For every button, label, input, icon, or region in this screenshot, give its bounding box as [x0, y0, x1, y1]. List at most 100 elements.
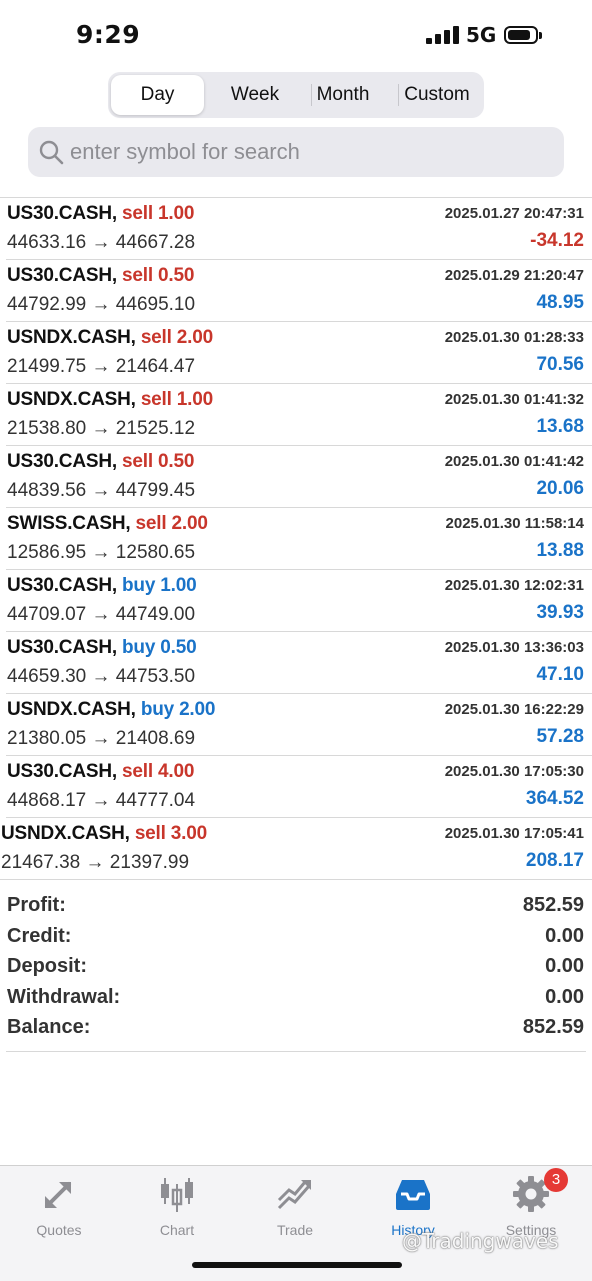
deal-profit: 47.10 — [536, 664, 584, 685]
deal-side: sell 3.00 — [134, 823, 207, 844]
tab-day[interactable]: Day — [111, 75, 204, 115]
deal-side: sell 2.00 — [140, 327, 213, 348]
symbol-name: USNDX.CASH, — [1, 823, 130, 844]
deal-row[interactable]: US30.CASH, buy 0.50 2025.01.30 13:36:03 44… — [6, 632, 592, 694]
deal-side: buy 0.50 — [122, 637, 197, 658]
deal-profit: 70.56 — [536, 354, 584, 375]
deal-prices: 44659.30 → 44753.50 — [7, 666, 196, 687]
deal-side: sell 0.50 — [122, 451, 195, 472]
deal-side: sell 4.00 — [122, 761, 195, 782]
deal-symbol: USNDX.CASH, sell 3.00 — [1, 823, 207, 845]
deal-symbol: USNDX.CASH, sell 1.00 — [7, 389, 213, 411]
deal-symbol: US30.CASH, sell 0.50 — [7, 451, 194, 473]
deal-time: 2025.01.30 11:58:14 — [445, 515, 584, 532]
deal-time: 2025.01.30 17:05:41 — [444, 825, 584, 842]
deal-profit: 20.06 — [536, 478, 584, 499]
tab-chart[interactable]: Chart — [118, 1174, 236, 1244]
status-time: 9:29 — [76, 20, 141, 49]
tab-quotes[interactable]: Quotes — [0, 1174, 118, 1244]
deal-side: sell 2.00 — [135, 513, 208, 534]
trade-icon — [277, 1180, 311, 1210]
summary-row: Withdrawal: 0.00 — [6, 984, 586, 1015]
tab-trade[interactable]: Trade — [236, 1174, 354, 1244]
deal-profit: 208.17 — [525, 850, 584, 871]
search-input[interactable] — [70, 127, 550, 177]
notification-badge: 3 — [544, 1168, 568, 1192]
symbol-name: US30.CASH, — [7, 265, 117, 286]
tab-custom[interactable]: Custom — [393, 75, 481, 115]
deal-list: US30.CASH, sell 1.00 2025.01.27 20:47:31 4… — [0, 197, 592, 880]
deal-profit: 13.88 — [536, 540, 584, 561]
deal-prices: 44792.99 → 44695.10 — [7, 294, 196, 315]
status-bar: 9:29 5G — [0, 0, 592, 70]
quotes-icon — [45, 1182, 71, 1208]
deal-prices: 44839.56 → 44799.45 — [7, 480, 196, 501]
deal-row[interactable]: USNDX.CASH, buy 2.00 2025.01.30 16:22:29 2… — [6, 694, 592, 756]
deal-side: buy 2.00 — [140, 699, 216, 720]
deal-prices: 12586.95 → 12580.65 — [7, 542, 196, 563]
signal-strength-icon — [426, 26, 460, 44]
symbol-name: US30.CASH, — [7, 761, 117, 782]
summary-value: 0.00 — [545, 924, 584, 947]
symbol-name: US30.CASH, — [7, 203, 117, 224]
deal-time: 2025.01.30 12:02:31 — [444, 577, 584, 594]
symbol-name: US30.CASH, — [7, 637, 117, 658]
deal-row[interactable]: US30.CASH, buy 1.00 2025.01.30 12:02:31 44… — [6, 570, 592, 632]
chart-icon — [161, 1178, 193, 1212]
summary-label: Profit: — [7, 894, 66, 916]
account-summary: Profit: 852.59 Credit: 0.00 Deposit: 0.00 With… — [6, 892, 586, 1052]
deal-prices: 44868.17 → 44777.04 — [7, 790, 196, 811]
deal-symbol: USNDX.CASH, buy 2.00 — [7, 699, 215, 721]
deal-time: 2025.01.30 01:41:42 — [444, 453, 584, 470]
tab-month[interactable]: Month — [298, 75, 388, 115]
deal-profit: 364.52 — [525, 788, 584, 809]
deal-symbol: US30.CASH, sell 4.00 — [7, 761, 194, 783]
deal-profit: 39.93 — [536, 602, 584, 623]
deal-row[interactable]: USNDX.CASH, sell 2.00 2025.01.30 01:28:33… — [6, 322, 592, 384]
watermark: @Tradingwaves — [402, 1229, 559, 1253]
deal-row[interactable]: US30.CASH, sell 1.00 2025.01.27 20:47:31 4… — [6, 198, 592, 260]
deal-row[interactable]: USNDX.CASH, sell 3.00 2025.01.30 17:05:41… — [0, 818, 592, 880]
summary-value: 852.59 — [522, 894, 584, 916]
deal-side: buy 1.00 — [122, 575, 197, 596]
summary-row: Profit: 852.59 — [6, 892, 586, 923]
deal-row[interactable]: US30.CASH, sell 0.50 2025.01.29 21:20:47 4… — [6, 260, 592, 322]
symbol-name: US30.CASH, — [7, 451, 117, 472]
deal-row[interactable]: SWISS.CASH, sell 2.00 2025.01.30 11:58:14… — [6, 508, 592, 570]
deal-side: sell 1.00 — [140, 389, 213, 410]
summary-label: Withdrawal: — [7, 985, 121, 1008]
deal-symbol: SWISS.CASH, sell 2.00 — [7, 513, 208, 535]
tab-week[interactable]: Week — [208, 75, 302, 115]
deal-side: sell 1.00 — [122, 203, 195, 224]
deal-row[interactable]: US30.CASH, sell 4.00 2025.01.30 17:05:30 4… — [6, 756, 592, 818]
deal-row[interactable]: USNDX.CASH, sell 1.00 2025.01.30 01:41:32… — [6, 384, 592, 446]
summary-value: 0.00 — [545, 955, 584, 977]
deal-prices: 44709.07 → 44749.00 — [7, 604, 196, 625]
symbol-name: US30.CASH, — [7, 575, 117, 596]
deal-profit: 48.95 — [536, 292, 584, 313]
deal-prices: 44633.16 → 44667.28 — [7, 232, 196, 253]
deal-time: 2025.01.27 20:47:31 — [444, 205, 584, 222]
summary-value: 0.00 — [545, 985, 584, 1008]
search-icon — [39, 140, 64, 165]
tab-label: Quotes — [36, 1222, 82, 1238]
deal-symbol: US30.CASH, sell 0.50 — [7, 265, 194, 287]
search-bar — [28, 127, 564, 177]
symbol-name: USNDX.CASH, — [7, 699, 136, 720]
deal-prices: 21499.75 → 21464.47 — [7, 356, 196, 377]
summary-label: Credit: — [7, 924, 72, 947]
deal-symbol: US30.CASH, buy 0.50 — [7, 637, 197, 659]
home-indicator[interactable] — [192, 1262, 402, 1268]
deal-prices: 21538.80 → 21525.12 — [7, 418, 196, 439]
summary-label: Deposit: — [7, 955, 87, 977]
deal-symbol: US30.CASH, sell 1.00 — [7, 203, 194, 225]
deal-profit: 13.68 — [536, 416, 584, 437]
deal-profit: -34.12 — [530, 230, 584, 251]
deal-time: 2025.01.30 16:22:29 — [444, 701, 584, 718]
summary-row: Deposit: 0.00 — [6, 953, 586, 984]
summary-label: Balance: — [7, 1016, 91, 1038]
period-segmented-control: Day Week Month Custom — [108, 72, 484, 118]
deal-row[interactable]: US30.CASH, sell 0.50 2025.01.30 01:41:42 4… — [6, 446, 592, 508]
deal-time: 2025.01.30 01:28:33 — [444, 329, 584, 346]
deal-time: 2025.01.30 01:41:32 — [444, 391, 584, 408]
